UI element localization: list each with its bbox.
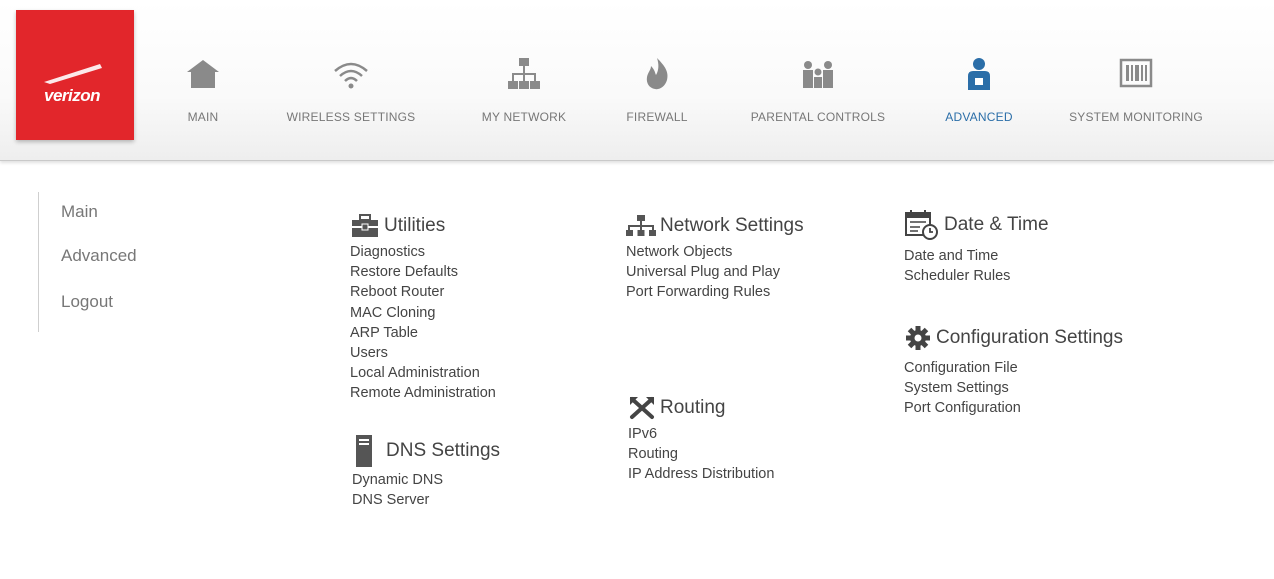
section-title: Utilities bbox=[384, 215, 446, 236]
network-links: Network Objects Universal Plug and Play … bbox=[626, 242, 804, 303]
link-port-forwarding-rules[interactable]: Port Forwarding Rules bbox=[626, 282, 804, 302]
link-universal-plug-and-play[interactable]: Universal Plug and Play bbox=[626, 262, 804, 282]
nav-label: MY NETWORK bbox=[481, 110, 567, 124]
nav-my-network[interactable]: MY NETWORK bbox=[468, 40, 580, 140]
configuration-links: Configuration File System Settings Port … bbox=[904, 358, 1123, 419]
monitor-icon bbox=[1119, 58, 1153, 88]
link-diagnostics[interactable]: Diagnostics bbox=[350, 242, 496, 262]
logo-text: verizon bbox=[44, 86, 101, 105]
sidebar-item-main[interactable]: Main bbox=[61, 202, 98, 222]
gear-icon bbox=[906, 326, 930, 350]
top-header: verizon MAIN WIRELESS SETTINGS MY NETWOR… bbox=[0, 0, 1274, 161]
nav-label: WIRELESS SETTINGS bbox=[286, 110, 416, 124]
flame-icon bbox=[646, 58, 668, 90]
dns-links: Dynamic DNS DNS Server bbox=[352, 470, 500, 510]
logo-swoosh-icon bbox=[44, 64, 102, 84]
link-port-configuration[interactable]: Port Configuration bbox=[904, 398, 1123, 418]
house-icon bbox=[187, 60, 219, 88]
utilities-links: Diagnostics Restore Defaults Reboot Rout… bbox=[350, 242, 496, 404]
link-dynamic-dns[interactable]: Dynamic DNS bbox=[352, 470, 500, 490]
link-remote-administration[interactable]: Remote Administration bbox=[350, 383, 496, 403]
link-users[interactable]: Users bbox=[350, 343, 496, 363]
link-date-and-time[interactable]: Date and Time bbox=[904, 246, 1049, 266]
nav-label: MAIN bbox=[187, 110, 219, 124]
section-title: Network Settings bbox=[660, 215, 804, 236]
section-title: Configuration Settings bbox=[936, 327, 1123, 348]
nav-advanced[interactable]: ADVANCED bbox=[930, 40, 1028, 140]
nav-firewall[interactable]: FIREWALL bbox=[614, 40, 700, 140]
network-tree-icon bbox=[626, 215, 656, 236]
link-scheduler-rules[interactable]: Scheduler Rules bbox=[904, 266, 1049, 286]
date-time-links: Date and Time Scheduler Rules bbox=[904, 246, 1049, 286]
sidebar-item-logout[interactable]: Logout bbox=[61, 292, 113, 312]
link-network-objects[interactable]: Network Objects bbox=[626, 242, 804, 262]
dns-settings-section: DNS Settings Dynamic DNS DNS Server bbox=[352, 434, 500, 510]
link-reboot-router[interactable]: Reboot Router bbox=[350, 282, 496, 302]
nav-parental-controls[interactable]: PARENTAL CONTROLS bbox=[728, 40, 908, 140]
calendar-clock-icon bbox=[905, 210, 938, 240]
wifi-icon bbox=[334, 62, 368, 89]
link-restore-defaults[interactable]: Restore Defaults bbox=[350, 262, 496, 282]
toolbox-icon bbox=[352, 214, 378, 237]
section-title: Date & Time bbox=[944, 214, 1049, 235]
utilities-section: Utilities Diagnostics Restore Defaults R… bbox=[350, 212, 496, 404]
server-icon bbox=[356, 435, 372, 467]
link-ipv6[interactable]: IPv6 bbox=[628, 424, 774, 444]
nav-label: SYSTEM MONITORING bbox=[1069, 110, 1203, 124]
nav-wireless-settings[interactable]: WIRELESS SETTINGS bbox=[268, 40, 434, 140]
section-title: DNS Settings bbox=[386, 440, 501, 461]
sidebar-item-advanced[interactable]: Advanced bbox=[61, 246, 137, 266]
nav-label: FIREWALL bbox=[626, 110, 688, 124]
link-routing[interactable]: Routing bbox=[628, 444, 774, 464]
nav-system-monitoring[interactable]: SYSTEM MONITORING bbox=[1050, 40, 1222, 140]
network-settings-section: Network Settings Network Objects Univers… bbox=[626, 212, 804, 303]
routing-section: Routing IPv6 Routing IP Address Distribu… bbox=[628, 394, 774, 485]
crossed-arrows-icon bbox=[630, 397, 654, 419]
link-local-administration[interactable]: Local Administration bbox=[350, 363, 496, 383]
link-mac-cloning[interactable]: MAC Cloning bbox=[350, 303, 496, 323]
link-ip-address-distribution[interactable]: IP Address Distribution bbox=[628, 464, 774, 484]
network-icon bbox=[508, 58, 540, 89]
configuration-settings-section: Configuration Settings Configuration Fil… bbox=[904, 324, 1123, 419]
family-icon bbox=[803, 61, 833, 88]
nav-label: ADVANCED bbox=[945, 110, 1013, 124]
link-configuration-file[interactable]: Configuration File bbox=[904, 358, 1123, 378]
section-title: Routing bbox=[660, 397, 726, 418]
date-time-section: Date & Time Date and Time Scheduler Rule… bbox=[904, 208, 1049, 286]
routing-links: IPv6 Routing IP Address Distribution bbox=[628, 424, 774, 485]
nav-main[interactable]: MAIN bbox=[170, 40, 236, 140]
link-arp-table[interactable]: ARP Table bbox=[350, 323, 496, 343]
nav-label: PARENTAL CONTROLS bbox=[750, 110, 886, 124]
verizon-logo[interactable]: verizon bbox=[16, 10, 134, 140]
link-dns-server[interactable]: DNS Server bbox=[352, 490, 500, 510]
person-badge-icon bbox=[968, 58, 990, 90]
sidebar: Main Advanced Logout bbox=[38, 192, 137, 332]
link-system-settings[interactable]: System Settings bbox=[904, 378, 1123, 398]
